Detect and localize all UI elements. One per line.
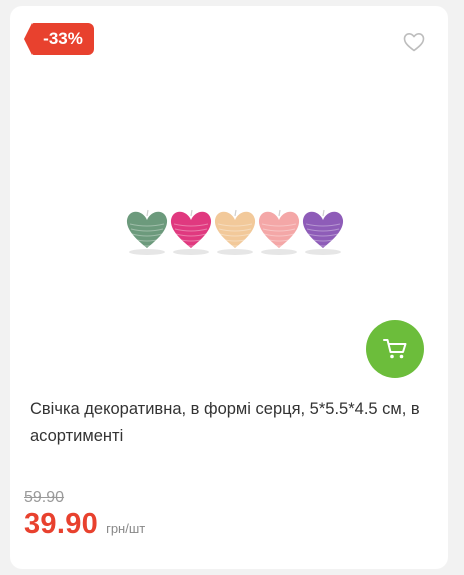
candle-heart <box>214 209 256 255</box>
candle-heart <box>126 209 168 255</box>
candle-heart <box>302 209 344 255</box>
price-row: 39.90 грн/шт <box>24 508 145 541</box>
add-to-cart-button[interactable] <box>366 320 424 378</box>
old-price: 59.90 <box>24 489 65 506</box>
candle-heart <box>258 209 300 255</box>
favorite-heart-icon[interactable] <box>402 30 426 54</box>
product-image[interactable] <box>10 66 448 346</box>
product-title[interactable]: Свічка декоративна, в формі серця, 5*5.5… <box>30 396 430 450</box>
price-unit: грн/шт <box>106 521 146 536</box>
cart-icon <box>383 339 407 359</box>
candle-heart <box>170 209 212 255</box>
discount-badge: -33% <box>24 23 94 55</box>
current-price: 39.90 <box>24 508 99 540</box>
discount-badge-text: -33% <box>43 29 83 48</box>
product-card[interactable]: -33% Свічка декоративна, в формі серця, … <box>10 6 448 569</box>
